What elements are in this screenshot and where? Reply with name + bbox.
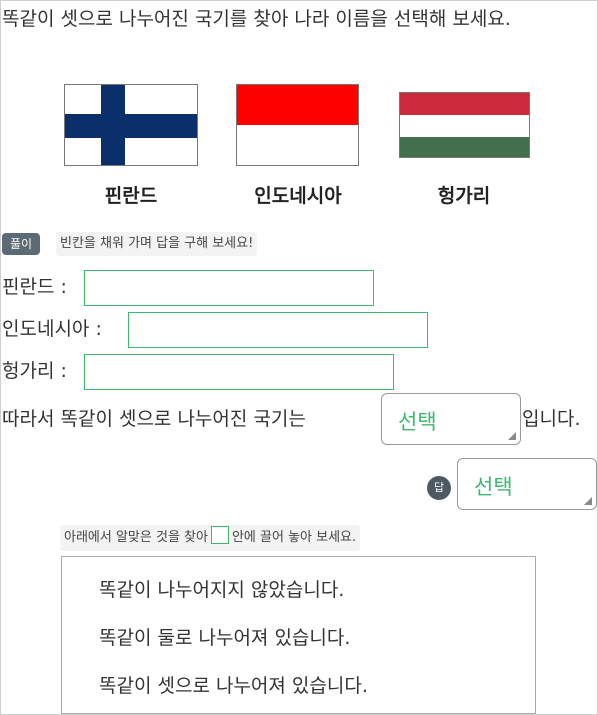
blank-box-icon (210, 526, 229, 544)
drag-hint-before: 아래에서 알맞은 것을 찾아 (64, 530, 208, 545)
solution-badge: 풀이 (2, 233, 40, 255)
finland-flag-icon (64, 84, 198, 166)
drag-option-not-equal[interactable]: 똑같이 나누어지지 않았습니다. (99, 575, 344, 602)
row-label-indonesia: 인도네시아 : (2, 318, 102, 340)
drag-option-two-equal[interactable]: 똑같이 둘로 나누어져 있습니다. (99, 623, 350, 650)
conclusion-suffix: 입니다. (522, 408, 581, 430)
flag-name-indonesia: 인도네시아 (254, 185, 342, 207)
question-text: 똑같이 셋으로 나누어진 국기를 찾아 나라 이름을 선택해 보세요. (2, 8, 511, 30)
conclusion-select-label: 선택 (398, 410, 437, 434)
answer-badge: 답 (427, 476, 451, 500)
hungary-flag-icon (399, 92, 530, 158)
conclusion-sentence: 따라서 똑같이 셋으로 나누어진 국기는 (2, 408, 306, 430)
flag-name-hungary: 헝가리 (437, 185, 491, 207)
drag-options-box: 똑같이 나누어지지 않았습니다. 똑같이 둘로 나누어져 있습니다. 똑같이 셋… (61, 556, 536, 714)
flag-name-finland: 핀란드 (104, 185, 158, 207)
resize-handle-icon (508, 432, 516, 440)
conclusion-select[interactable]: 선택 (381, 393, 521, 445)
answer-select[interactable]: 선택 (457, 458, 597, 510)
drag-hint-after: 안에 끌어 놓아 보세요. (231, 530, 357, 545)
solution-hint: 빈칸을 채워 가며 답을 구해 보세요! (56, 232, 258, 256)
answer-select-label: 선택 (474, 475, 513, 499)
row-label-hungary: 헝가리 : (2, 360, 67, 382)
drag-hint: 아래에서 알맞은 것을 찾아 안에 끌어 놓아 보세요. (60, 525, 361, 551)
drag-option-three-equal[interactable]: 똑같이 셋으로 나누어져 있습니다. (99, 671, 368, 698)
hungary-answer-input[interactable] (84, 354, 394, 390)
resize-handle-icon (584, 497, 592, 505)
finland-answer-input[interactable] (84, 270, 374, 306)
row-label-finland: 핀란드 : (2, 276, 67, 298)
indonesia-flag-icon (236, 84, 359, 166)
indonesia-answer-input[interactable] (128, 312, 428, 348)
